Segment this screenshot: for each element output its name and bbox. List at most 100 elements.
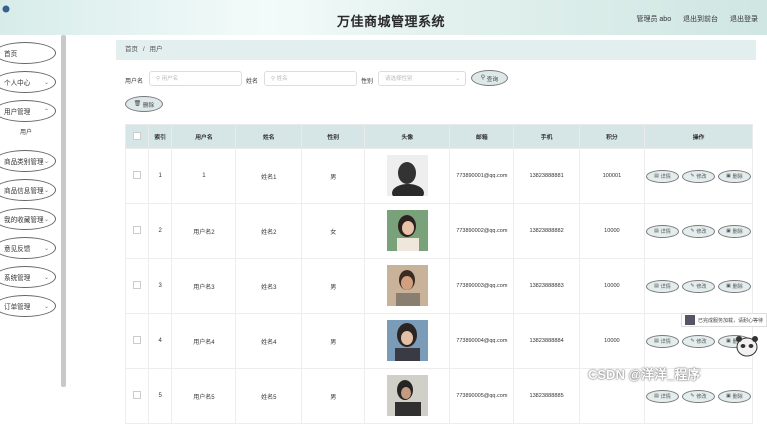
back-to-frontend-link[interactable]: 退出到前台 <box>683 16 718 23</box>
actions-cell: ▤ 详情✎ 修改▣ 删除 <box>644 148 753 204</box>
csdn-watermark: CSDN @洋洋_程序 <box>588 367 701 382</box>
edit-label: 修改 <box>696 173 707 180</box>
header-user-area: 管理员 abo 退出到前台 退出登录 <box>626 14 758 24</box>
select-all-checkbox[interactable] <box>132 131 141 140</box>
row-checkbox[interactable] <box>132 336 141 344</box>
row-checkbox[interactable] <box>132 171 141 179</box>
sidebar-item-label: 商品类别管理 <box>4 159 44 166</box>
name-search-input[interactable]: ⚲ 姓名 <box>264 71 357 86</box>
search-button[interactable]: ⚲ 查询 <box>471 70 508 86</box>
table-header-row: 索引 用户名 姓名 性别 头像 邮箱 手机 积分 操作 <box>125 124 753 149</box>
batch-delete-label: 删除 <box>142 102 155 109</box>
email-text: 773890001@qq.com <box>456 172 508 179</box>
row-select-cell[interactable] <box>125 203 149 259</box>
gender-cell: 男 <box>301 258 366 314</box>
sidebar-item-user-management[interactable]: 用户管理 ⌃ <box>0 100 56 122</box>
edit-button[interactable]: ✎ 修改 <box>682 169 715 183</box>
edit-label: 修改 <box>696 283 707 290</box>
row-select-cell[interactable] <box>125 368 149 424</box>
delete-button[interactable]: ▣ 删除 <box>718 224 751 238</box>
sidebar-item-category-management[interactable]: 商品类别管理 ⌄ <box>0 150 56 172</box>
edit-button[interactable]: ✎ 修改 <box>682 279 715 293</box>
row-select-cell[interactable] <box>125 258 149 314</box>
sidebar-item-order-management[interactable]: 订单管理 ⌄ <box>0 295 56 317</box>
delete-button[interactable]: ▣ 删除 <box>718 279 751 293</box>
column-header[interactable]: 积分 <box>578 124 646 149</box>
email-text: 773890002@qq.com <box>456 227 508 234</box>
username-placeholder: 用户名 <box>161 76 179 82</box>
delete-button[interactable]: ▣ 删除 <box>718 389 751 403</box>
column-header[interactable]: 用户名 <box>171 124 237 149</box>
sidebar-item-home[interactable]: 首页 <box>0 42 56 64</box>
gender-cell: 男 <box>301 148 366 204</box>
breadcrumb: 首页 / 用户 <box>116 40 756 60</box>
phone-cell: 13823888883 <box>513 258 580 314</box>
column-header[interactable]: 性别 <box>301 124 366 149</box>
notification-toast: 已完成服务加载，请耐心等待 <box>681 313 767 327</box>
toast-thumbnail-icon <box>685 315 695 325</box>
phone-cell: 13823888881 <box>513 148 580 204</box>
sidebar-item-system-management[interactable]: 系统管理 ⌄ <box>0 266 56 288</box>
detail-label: 详情 <box>660 173 671 180</box>
select-all-header[interactable] <box>125 124 149 149</box>
detail-button[interactable]: ▤ 详情 <box>646 334 679 348</box>
name-cell: 姓名2 <box>235 203 303 259</box>
edit-button[interactable]: ✎ 修改 <box>682 224 715 238</box>
edit-label: 修改 <box>696 228 707 235</box>
username-filter-label: 用户名 <box>125 79 144 85</box>
breadcrumb-home[interactable]: 首页 <box>125 46 138 53</box>
name-cell: 姓名3 <box>235 258 303 314</box>
sidebar-item-product-management[interactable]: 商品信息管理 ⌄ <box>0 179 56 201</box>
avatar-cell <box>364 368 451 424</box>
edit-button[interactable]: ✎ 修改 <box>682 389 715 403</box>
detail-button[interactable]: ▤ 详情 <box>646 389 679 403</box>
sidebar-item-label: 首页 <box>4 51 18 58</box>
detail-button[interactable]: ▤ 详情 <box>646 279 679 293</box>
username-cell: 用户名2 <box>171 203 237 259</box>
column-header: 头像 <box>364 124 451 149</box>
chevron-down-icon: ⌄ <box>43 80 49 86</box>
logout-link[interactable]: 退出登录 <box>730 16 758 23</box>
edit-button[interactable]: ✎ 修改 <box>682 334 715 348</box>
column-header[interactable]: 手机 <box>513 124 580 149</box>
actions-cell: ▤ 详情✎ 修改▣ 删除 <box>644 203 753 259</box>
points-cell: 10000 <box>578 313 646 369</box>
delete-button[interactable]: ▣ 删除 <box>718 169 751 183</box>
column-header[interactable]: 姓名 <box>235 124 303 149</box>
sidebar: 首页 个人中心 ⌄ 用户管理 ⌃ 用户 商品类别管理 ⌄ 商品信息管理 ⌄ 我的收藏管理… <box>0 35 66 393</box>
row-checkbox[interactable] <box>132 226 141 234</box>
gender-filter-label: 性别 <box>361 79 374 85</box>
avatar <box>386 209 428 251</box>
panda-mascot-icon <box>736 336 758 357</box>
email-text: 773890003@qq.com <box>456 282 508 289</box>
username-search-input[interactable]: ⚲ 用户名 <box>149 71 242 86</box>
sidebar-item-profile[interactable]: 个人中心 ⌄ <box>0 71 56 93</box>
batch-delete-button[interactable]: 🗑 删除 <box>125 96 163 112</box>
sidebar-item-favorites-management[interactable]: 我的收藏管理 ⌄ <box>0 208 56 230</box>
sidebar-item-label: 意见反馈 <box>4 246 31 253</box>
row-select-cell[interactable] <box>125 148 149 204</box>
edit-label: 修改 <box>696 393 707 400</box>
row-checkbox[interactable] <box>132 391 141 399</box>
detail-label: 详情 <box>660 338 671 345</box>
gender-cell: 男 <box>301 368 366 424</box>
sidebar-subitem-user[interactable]: 用户 <box>20 127 32 136</box>
row-checkbox[interactable] <box>132 281 141 289</box>
gender-cell: 男 <box>301 313 366 369</box>
detail-button[interactable]: ▤ 详情 <box>646 224 679 238</box>
gender-select[interactable]: 请选择性别 ⌄ <box>378 71 466 86</box>
table-row: 1 1 姓名1 男 773890001@qq.com 13823888881 100001 ▤… <box>125 148 753 204</box>
sidebar-item-feedback[interactable]: 意见反馈 ⌄ <box>0 237 56 259</box>
name-placeholder: 姓名 <box>276 76 288 82</box>
delete-label: 删除 <box>732 228 743 235</box>
row-actions: ▤ 详情✎ 修改▣ 删除 <box>646 224 751 238</box>
sidebar-scrollbar[interactable] <box>61 35 66 387</box>
email-cell: 773890005@qq.com <box>449 368 515 424</box>
trash-icon: 🗑 <box>133 101 143 107</box>
column-header[interactable]: 索引 <box>147 124 173 149</box>
row-select-cell[interactable] <box>125 313 149 369</box>
detail-button[interactable]: ▤ 详情 <box>646 169 679 183</box>
chevron-down-icon: ⌄ <box>43 217 49 223</box>
sidebar-item-label: 订单管理 <box>4 304 31 311</box>
column-header[interactable]: 邮箱 <box>449 124 515 149</box>
